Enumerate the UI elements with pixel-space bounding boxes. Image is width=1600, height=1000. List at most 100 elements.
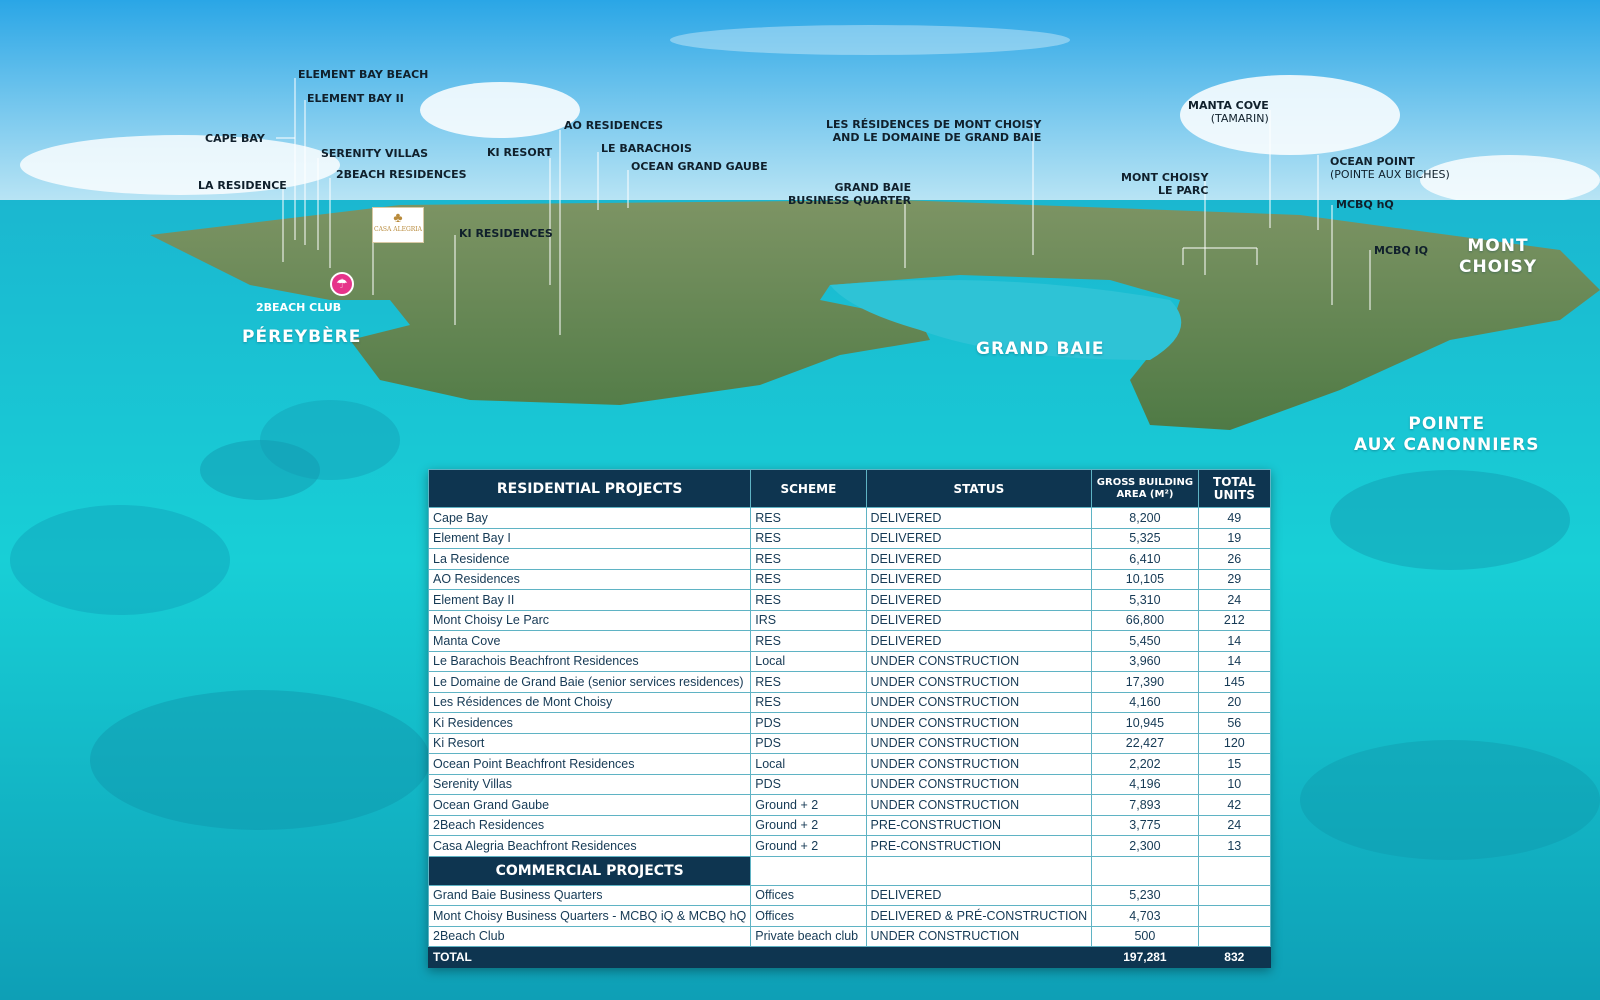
- table-row: Grand Baie Business Quarters Offices DELIV…: [427, 884, 1272, 906]
- scheme-cell: Offices: [750, 884, 867, 906]
- label-ocean-grand-gaube: OCEAN GRAND GAUBE: [631, 160, 768, 173]
- label-manta-cove-title: MANTA COVE: [1188, 99, 1269, 112]
- gross-area-cell: 8,200: [1091, 507, 1199, 529]
- table-row: Ki Residences PDS UNDER CONSTRUCTION 10,945…: [427, 712, 1272, 734]
- label-residences-mont-choisy-domaine: LES RÉSIDENCES DE MONT CHOISY AND LE DOM…: [826, 118, 1041, 144]
- scheme-cell: IRS: [750, 609, 867, 631]
- project-name-cell: Serenity Villas: [427, 773, 752, 795]
- gross-area-cell: 3,960: [1091, 650, 1199, 672]
- status-cell: DELIVERED: [865, 609, 1093, 631]
- table-row: La Residence RES DELIVERED 6,410 26: [427, 548, 1272, 570]
- units-cell: 24: [1197, 589, 1272, 611]
- status-cell: UNDER CONSTRUCTION: [865, 794, 1093, 816]
- area-label-pointe-aux-canonniers: POINTE AUX CANONNIERS: [1354, 414, 1540, 456]
- units-cell: 10: [1197, 773, 1272, 795]
- label-mont-choisy-le-parc: MONT CHOISY LE PARC: [1121, 171, 1208, 197]
- units-cell: 145: [1197, 671, 1272, 693]
- table-row: Les Résidences de Mont Choisy RES UNDER CO…: [427, 691, 1272, 713]
- total-row: TOTAL 197,281 832: [427, 946, 1272, 968]
- table-row: Element Bay II RES DELIVERED 5,310 24: [427, 589, 1272, 611]
- scheme-cell: PDS: [750, 712, 867, 734]
- units-cell: 20: [1197, 691, 1272, 713]
- scheme-cell: PDS: [750, 732, 867, 754]
- header-gba-line2: AREA (M²): [1116, 488, 1174, 500]
- casa-alegria-logo: ♣ CASA ALEGRIA: [372, 207, 424, 243]
- total-units: 832: [1197, 946, 1272, 968]
- table-row: Serenity Villas PDS UNDER CONSTRUCTION 4,19…: [427, 773, 1272, 795]
- project-name-cell: Le Barachois Beachfront Residences: [427, 650, 752, 672]
- units-cell: 42: [1197, 794, 1272, 816]
- project-name-cell: Ocean Point Beachfront Residences: [427, 753, 752, 775]
- status-cell: UNDER CONSTRUCTION: [865, 691, 1093, 713]
- header-total-units: TOTAL UNITS: [1197, 469, 1272, 508]
- label-ocean-point-title: OCEAN POINT: [1330, 155, 1415, 168]
- table-row: AO Residences RES DELIVERED 10,105 29: [427, 568, 1272, 590]
- table-row: Casa Alegria Beachfront Residences Ground…: [427, 835, 1272, 857]
- gross-area-cell: 3,775: [1091, 814, 1199, 836]
- status-cell: DELIVERED: [865, 589, 1093, 611]
- gross-area-cell: 17,390: [1091, 671, 1199, 693]
- status-cell: DELIVERED: [865, 507, 1093, 529]
- area-label-mont-choisy-text: MONT CHOISY: [1458, 236, 1538, 277]
- project-name-cell: La Residence: [427, 548, 752, 570]
- header-units-line1: TOTAL: [1213, 474, 1256, 489]
- header-units-line2: UNITS: [1213, 487, 1255, 502]
- gross-area-cell: 22,427: [1091, 732, 1199, 754]
- empty-cell: [865, 946, 1093, 968]
- project-name-cell: Element Bay II: [427, 589, 752, 611]
- empty-cell: [1197, 855, 1272, 886]
- project-name-cell: Grand Baie Business Quarters: [427, 884, 752, 906]
- units-cell: 120: [1197, 732, 1272, 754]
- status-cell: DELIVERED: [865, 884, 1093, 906]
- gross-area-cell: 2,300: [1091, 835, 1199, 857]
- palm-tree-icon: ♣: [393, 209, 403, 225]
- project-name-cell: Les Résidences de Mont Choisy: [427, 691, 752, 713]
- commercial-rows: Grand Baie Business Quarters Offices DELIV…: [427, 884, 1272, 947]
- project-name-cell: 2Beach Residences: [427, 814, 752, 836]
- status-cell: PRE-CONSTRUCTION: [865, 814, 1093, 836]
- gross-area-cell: 4,196: [1091, 773, 1199, 795]
- gross-area-cell: 4,160: [1091, 691, 1199, 713]
- commercial-header-row: COMMERCIAL PROJECTS: [427, 855, 1272, 886]
- table-row: Element Bay I RES DELIVERED 5,325 19: [427, 527, 1272, 549]
- scheme-cell: RES: [750, 671, 867, 693]
- status-cell: DELIVERED & PRÉ-CONSTRUCTION: [865, 905, 1093, 927]
- units-cell: 14: [1197, 650, 1272, 672]
- gross-area-cell: 66,800: [1091, 609, 1199, 631]
- header-status: STATUS: [865, 469, 1093, 508]
- gross-area-cell: 5,230: [1091, 884, 1199, 906]
- label-ao-residences: AO RESIDENCES: [564, 119, 664, 132]
- label-la-residence: LA RESIDENCE: [198, 179, 287, 192]
- residential-rows: Cape Bay RES DELIVERED 8,200 49 Element Bay I…: [427, 507, 1272, 857]
- status-cell: UNDER CONSTRUCTION: [865, 650, 1093, 672]
- status-cell: DELIVERED: [865, 568, 1093, 590]
- project-name-cell: Element Bay I: [427, 527, 752, 549]
- status-cell: DELIVERED: [865, 630, 1093, 652]
- table-row: Manta Cove RES DELIVERED 5,450 14: [427, 630, 1272, 652]
- scheme-cell: RES: [750, 691, 867, 713]
- units-cell: 56: [1197, 712, 1272, 734]
- units-cell: 26: [1197, 548, 1272, 570]
- label-le-barachois: LE BARACHOIS: [601, 142, 692, 155]
- status-cell: DELIVERED: [865, 548, 1093, 570]
- projects-table: RESIDENTIAL PROJECTS SCHEME STATUS GROSS…: [427, 469, 1272, 968]
- empty-cell: [750, 946, 867, 968]
- status-cell: UNDER CONSTRUCTION: [865, 753, 1093, 775]
- scheme-cell: RES: [750, 589, 867, 611]
- gross-area-cell: 5,310: [1091, 589, 1199, 611]
- project-name-cell: Le Domaine de Grand Baie (senior service…: [427, 671, 752, 693]
- empty-cell: [865, 855, 1093, 886]
- area-label-pointe-line1: POINTE: [1408, 414, 1486, 434]
- casa-alegria-wordmark: CASA ALEGRIA: [374, 226, 422, 233]
- table-row: Mont Choisy Le Parc IRS DELIVERED 66,800 212: [427, 609, 1272, 631]
- label-cape-bay: CAPE BAY: [205, 132, 265, 145]
- scheme-cell: Local: [750, 650, 867, 672]
- area-label-pointe-line2: AUX CANONNIERS: [1354, 435, 1540, 455]
- units-cell: 212: [1197, 609, 1272, 631]
- project-name-cell: AO Residences: [427, 568, 752, 590]
- total-label: TOTAL: [427, 946, 752, 968]
- gross-area-cell: 7,893: [1091, 794, 1199, 816]
- scheme-cell: Local: [750, 753, 867, 775]
- status-cell: PRE-CONSTRUCTION: [865, 835, 1093, 857]
- scheme-cell: RES: [750, 568, 867, 590]
